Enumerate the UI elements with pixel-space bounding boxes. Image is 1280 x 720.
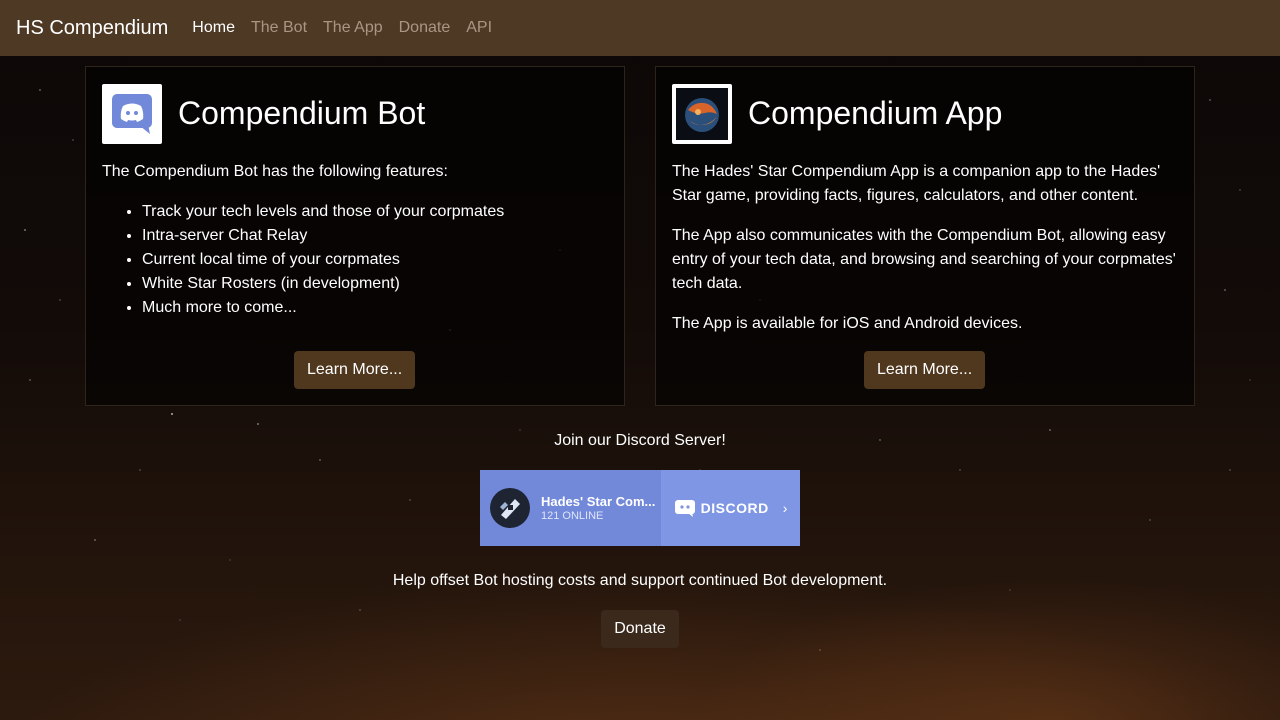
top-navbar: HS Compendium Home The Bot The App Donat… xyxy=(0,0,1280,56)
navbar-brand[interactable]: HS Compendium xyxy=(16,17,168,40)
nav-link-home[interactable]: Home xyxy=(192,19,235,37)
compendium-app-card: Compendium App The Hades' Star Compendiu… xyxy=(655,66,1195,406)
app-card-title: Compendium App xyxy=(748,95,1003,131)
bot-card-intro: The Compendium Bot has the following fea… xyxy=(102,163,448,180)
discord-server-widget[interactable]: Hades' Star Com... 121 ONLINE DISCORD › xyxy=(480,470,800,546)
donate-text: Help offset Bot hosting costs and suppor… xyxy=(392,572,888,589)
server-online-count: 121 ONLINE xyxy=(541,510,604,522)
app-card-paragraph: The App also communicates with the Compe… xyxy=(672,227,1176,292)
app-card-paragraph: The App is available for iOS and Android… xyxy=(672,315,1023,332)
nav-link-api[interactable]: API xyxy=(466,19,492,37)
nav-link-donate[interactable]: Donate xyxy=(399,19,451,37)
list-item: Track your tech levels and those of your… xyxy=(142,200,608,224)
app-planet-logo-icon xyxy=(672,83,732,144)
nav-link-the-app[interactable]: The App xyxy=(323,19,383,37)
bot-card-title: Compendium Bot xyxy=(178,95,426,131)
server-icon xyxy=(490,488,530,528)
bot-learn-more-button[interactable]: Learn More... xyxy=(294,351,416,389)
donate-button[interactable]: Donate xyxy=(601,610,679,648)
app-learn-more-button[interactable]: Learn More... xyxy=(864,351,986,389)
app-card-paragraph: The Hades' Star Compendium App is a comp… xyxy=(672,163,1161,204)
list-item: Much more to come... xyxy=(142,296,608,320)
compendium-bot-card: Compendium Bot The Compendium Bot has th… xyxy=(85,66,625,406)
list-item: Intra-server Chat Relay xyxy=(142,224,608,248)
bot-feature-list: Track your tech levels and those of your… xyxy=(102,200,608,320)
discord-wordmark: DISCORD xyxy=(700,500,769,516)
list-item: Current local time of your corpmates xyxy=(142,248,608,272)
discord-icon xyxy=(674,500,695,517)
list-item: White Star Rosters (in development) xyxy=(142,272,608,296)
chevron-right-icon: › xyxy=(782,500,788,516)
server-name: Hades' Star Com... xyxy=(541,494,656,509)
discord-logo-icon xyxy=(102,83,162,144)
discord-join-text: Join our Discord Server! xyxy=(554,432,726,449)
nav-link-the-bot[interactable]: The Bot xyxy=(251,19,307,37)
